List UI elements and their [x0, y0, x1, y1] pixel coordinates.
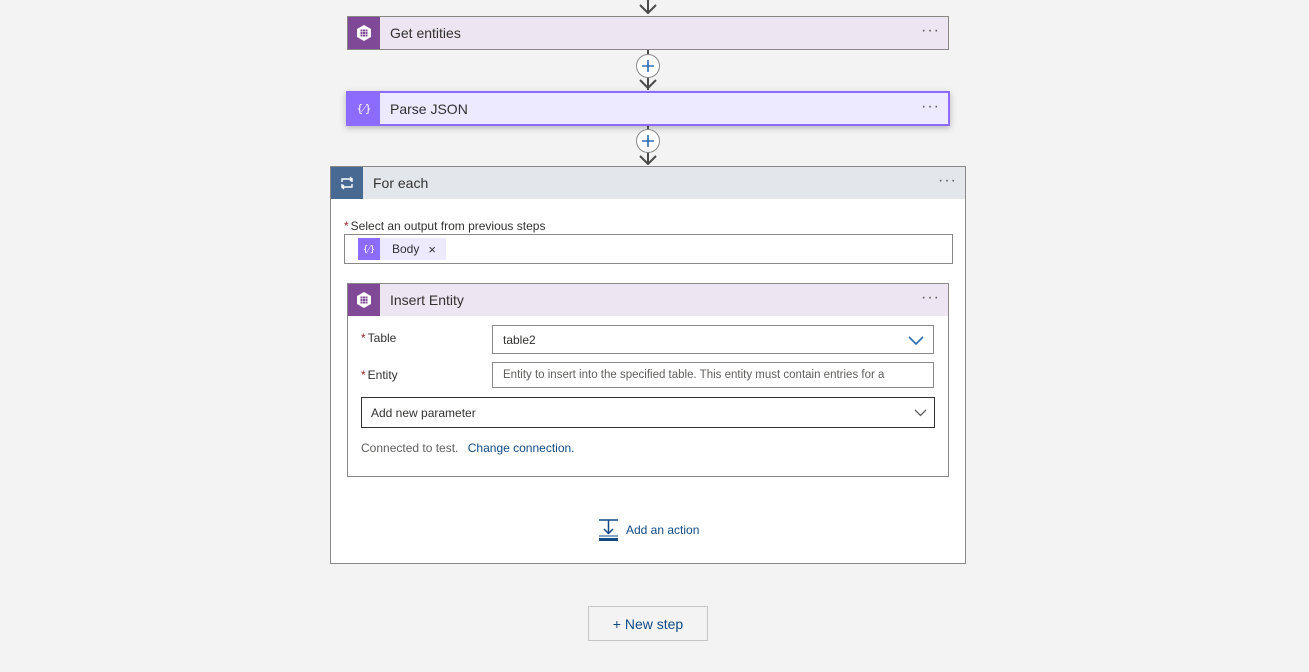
- chevron-down-icon: [908, 336, 924, 345]
- plus-icon: [642, 60, 654, 72]
- insert-step-button[interactable]: [636, 54, 660, 78]
- body-token[interactable]: {⁄} Body ×: [358, 238, 446, 260]
- table-storage-icon: [348, 17, 380, 49]
- add-parameter-label: Add new parameter: [371, 405, 476, 420]
- get-entities-card[interactable]: Get entities ···: [347, 16, 949, 50]
- select-output-field[interactable]: {⁄} Body ×: [344, 234, 953, 264]
- entity-label: * Entity: [361, 368, 398, 382]
- new-step-label: + New step: [612, 615, 684, 632]
- table-value: table2: [503, 332, 536, 347]
- plus-icon: [642, 135, 654, 147]
- table-storage-icon: [348, 284, 380, 316]
- insert-step-button[interactable]: [636, 129, 660, 153]
- more-options-button[interactable]: ···: [921, 99, 940, 115]
- select-output-label: * Select an output from previous steps: [344, 219, 546, 233]
- change-connection-link[interactable]: Change connection.: [468, 441, 575, 455]
- step-title: Insert Entity: [390, 292, 464, 308]
- token-remove-button[interactable]: ×: [428, 242, 436, 257]
- insert-entity-card[interactable]: Insert Entity ··· * Table table2 * Entity …: [347, 283, 949, 477]
- more-options-button[interactable]: ···: [938, 173, 957, 189]
- arrow-down-icon: [639, 155, 657, 165]
- table-dropdown[interactable]: table2: [492, 325, 934, 354]
- step-title: Parse JSON: [390, 100, 468, 117]
- arrow-down-icon: [639, 79, 657, 89]
- more-options-button[interactable]: ···: [921, 23, 940, 39]
- new-step-button[interactable]: + New step: [588, 606, 708, 641]
- arrow-down-icon: [639, 4, 657, 14]
- parse-json-icon: {⁄}: [348, 93, 380, 124]
- step-title: Get entities: [390, 25, 461, 41]
- add-action-label: Add an action: [626, 523, 700, 537]
- table-label: * Table: [361, 331, 397, 345]
- add-parameter-dropdown[interactable]: Add new parameter: [361, 397, 935, 428]
- token-label: Body: [392, 242, 420, 256]
- connected-text: Connected to test.: [361, 441, 459, 455]
- add-action-button[interactable]: Add an action: [598, 519, 699, 541]
- loop-icon: [331, 167, 363, 199]
- entity-placeholder: Entity to insert into the specified tabl…: [503, 369, 885, 381]
- more-options-button[interactable]: ···: [921, 290, 940, 306]
- add-action-icon: [599, 519, 618, 541]
- entity-input[interactable]: Entity to insert into the specified tabl…: [492, 362, 934, 388]
- step-title: For each: [373, 175, 429, 191]
- chevron-down-icon: [914, 409, 927, 417]
- for-each-card[interactable]: For each ··· * Select an output from prev…: [330, 166, 966, 564]
- parse-json-icon: {⁄}: [358, 238, 380, 260]
- connection-info: Connected to test. Change connection.: [361, 441, 575, 455]
- parse-json-card[interactable]: {⁄} Parse JSON ···: [346, 91, 950, 126]
